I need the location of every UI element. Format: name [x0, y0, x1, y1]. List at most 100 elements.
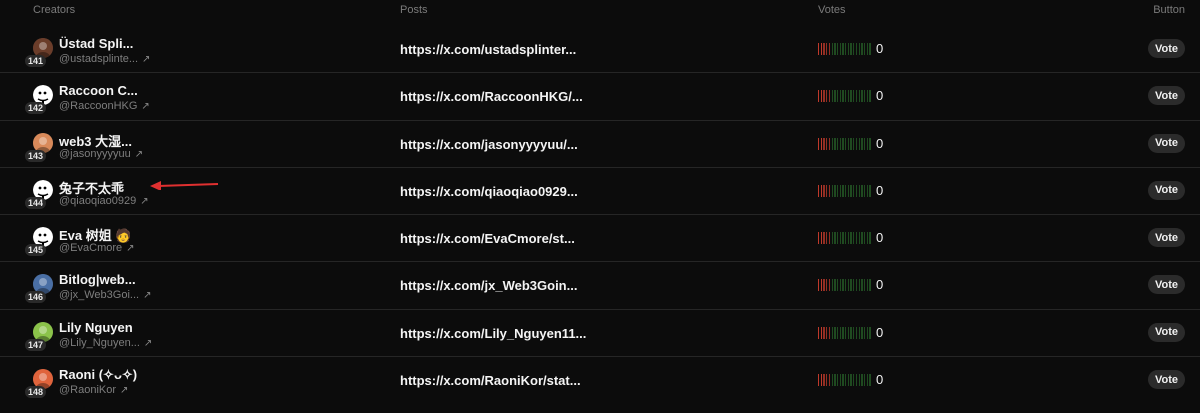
external-link-icon[interactable]: ↗	[126, 243, 134, 254]
vote-button[interactable]: Vote	[1148, 275, 1185, 295]
creator-handle-text: @RaccoonHKG	[59, 100, 138, 113]
creator-name-text: Bitlog|web...	[59, 272, 136, 288]
vote-bar-tick	[818, 184, 820, 197]
vote-bar-tick	[820, 374, 823, 387]
post-link[interactable]: https://x.com/RaoniKor/stat...	[400, 373, 581, 388]
table-header: Creators Posts Votes Button	[0, 0, 1200, 20]
vote-bar-tick	[828, 326, 831, 339]
vote-bar-tick	[847, 184, 850, 197]
creator-handle[interactable]: @EvaCmore ↗	[59, 242, 135, 254]
creator-name[interactable]: Bitlog|web...	[59, 272, 136, 287]
vote-bar-tick	[842, 232, 844, 245]
creator-name[interactable]: Raoni (✧ᴗ✧)	[59, 367, 137, 383]
creator-handle[interactable]: @jx_Web3Goi... ↗	[59, 289, 151, 301]
creator-name-text: Lily Nguyen	[59, 319, 133, 335]
creator-handle[interactable]: @Lily_Nguyen... ↗	[59, 337, 152, 349]
vote-bar-tick	[855, 374, 858, 387]
vote-bar-tick	[826, 184, 828, 197]
creator-name[interactable]: Üstad Spli...	[59, 36, 133, 51]
vote-bar-tick	[866, 43, 868, 55]
vote-bar-tick	[866, 374, 868, 387]
vote-bar-tick	[836, 90, 839, 103]
vote-button[interactable]: Vote	[1148, 322, 1185, 342]
vote-bar-tick	[818, 90, 820, 103]
vote-bar-tick	[818, 326, 820, 339]
vote-bar-tick	[847, 279, 850, 292]
vote-bar-tick	[836, 232, 839, 245]
external-link-icon[interactable]: ↗	[135, 149, 143, 160]
post-link[interactable]: https://x.com/jx_Web3Goin...	[400, 278, 577, 293]
vote-bar-tick	[861, 137, 863, 150]
vote-button[interactable]: Vote	[1148, 133, 1185, 153]
vote-count: 0	[876, 324, 884, 340]
vote-bar-tick	[834, 137, 836, 150]
vote-bar-tick	[820, 184, 823, 197]
vote-bar-tick	[850, 232, 852, 245]
post-link[interactable]: https://x.com/EvaCmore/st...	[400, 231, 575, 246]
external-link-icon[interactable]: ↗	[140, 196, 148, 207]
vote-bar-tick	[847, 90, 850, 103]
vote-bar-tick	[818, 232, 820, 245]
vote-bar-tick	[828, 90, 831, 103]
vote-bar-tick	[826, 137, 828, 150]
vote-bar-tick	[845, 137, 847, 150]
vote-bar-tick	[834, 90, 836, 103]
creator-handle[interactable]: @jasonyyyyuu ↗	[59, 148, 143, 160]
external-link-icon[interactable]: ↗	[143, 290, 151, 301]
vote-bar-tick	[818, 374, 820, 387]
creator-handle[interactable]: @RaoniKor ↗	[59, 384, 128, 396]
creator-handle[interactable]: @RaccoonHKG ↗	[59, 100, 150, 112]
rank-badge: 145	[25, 244, 46, 257]
vote-bar-tick	[866, 184, 868, 197]
post-link[interactable]: https://x.com/Lily_Nguyen11...	[400, 326, 586, 341]
rank-badge: 148	[25, 386, 46, 399]
external-link-icon[interactable]: ↗	[120, 385, 128, 396]
creator-handle-text: @Lily_Nguyen...	[59, 336, 140, 349]
vote-bar-tick	[831, 326, 833, 339]
vote-bar-tick	[842, 326, 844, 339]
creator-handle[interactable]: @qiaoqiao0929 ↗	[59, 195, 149, 207]
vote-bar-tick	[836, 374, 839, 387]
vote-bar-tick	[842, 279, 844, 292]
creator-name[interactable]: Raccoon C...	[59, 83, 138, 98]
vote-bar-tick	[839, 232, 841, 245]
post-link[interactable]: https://x.com/jasonyyyyuu/...	[400, 137, 578, 152]
post-link[interactable]: https://x.com/qiaoqiao0929...	[400, 184, 578, 199]
table-row: 143 web3 大湿... @jasonyyyyuu ↗ https://x.c…	[0, 121, 1200, 168]
vote-bar-tick	[818, 137, 820, 150]
external-link-icon[interactable]: ↗	[142, 54, 150, 65]
post-link[interactable]: https://x.com/ustadsplinter...	[400, 42, 576, 57]
creator-handle[interactable]: @ustadsplinte... ↗	[59, 53, 150, 65]
vote-button[interactable]: Vote	[1148, 228, 1185, 248]
vote-bar-tick	[853, 232, 855, 245]
vote-bar-tick	[834, 374, 836, 387]
vote-bar-tick	[818, 279, 820, 292]
vote-bar-tick	[853, 184, 855, 197]
external-link-icon[interactable]: ↗	[141, 101, 149, 112]
vote-bar-tick	[847, 374, 850, 387]
vote-button[interactable]: Vote	[1148, 86, 1185, 106]
creator-handle-text: @jasonyyyyuu	[59, 147, 131, 160]
vote-button[interactable]: Vote	[1148, 39, 1185, 58]
vote-bar-tick	[839, 137, 841, 150]
creator-name-text: Eva 树姐	[59, 228, 112, 244]
vote-bar-tick	[823, 184, 825, 197]
creator-name[interactable]: Lily Nguyen	[59, 320, 133, 335]
vote-bar-tick	[847, 43, 850, 55]
external-link-icon[interactable]: ↗	[144, 338, 152, 349]
vote-bar-tick	[845, 374, 847, 387]
vote-bar-tick	[855, 184, 858, 197]
table-row: 142 Raccoon C... @RaccoonHKG ↗ https://x.…	[0, 73, 1200, 121]
vote-bar-tick	[853, 90, 855, 103]
vote-bar-tick	[820, 43, 823, 55]
rank-badge: 146	[25, 291, 46, 304]
column-header-votes: Votes	[818, 4, 846, 16]
creator-name-text: Raccoon C...	[59, 83, 138, 99]
post-link[interactable]: https://x.com/RaccoonHKG/...	[400, 89, 583, 104]
vote-bar-tick	[858, 43, 860, 55]
vote-bar-tick	[863, 232, 866, 245]
vote-button[interactable]: Vote	[1148, 370, 1185, 390]
vote-bar	[818, 279, 872, 292]
vote-button[interactable]: Vote	[1148, 180, 1185, 200]
vote-bar-tick	[845, 232, 847, 245]
